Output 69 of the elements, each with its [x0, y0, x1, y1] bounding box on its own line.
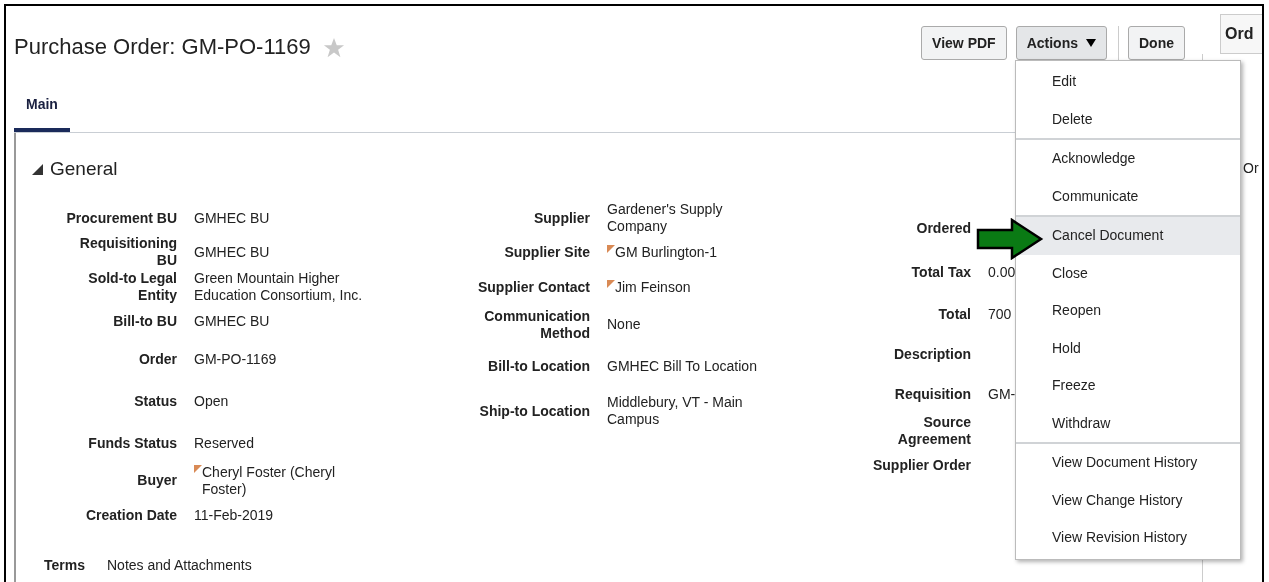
caret-icon — [1086, 39, 1096, 47]
menu-button[interactable]: Actions — [1015, 26, 1107, 60]
field-value: Gardener's Supply Company — [607, 201, 724, 235]
field-label: Supplier Site — [503, 244, 590, 261]
field-value: GM- — [988, 385, 1016, 403]
field-value: Green Mountain Higher Education Consortium, Inc. — [194, 269, 364, 304]
menu-item[interactable]: Reopen — [1016, 292, 1240, 330]
field-label: Communication Method — [483, 307, 590, 342]
menu-item[interactable]: Edit — [1016, 63, 1240, 101]
field-label: Requisition — [893, 385, 971, 403]
field-label: Total — [937, 306, 971, 323]
collapse-triangle-icon — [32, 163, 43, 175]
menu-item[interactable]: Acknowledge — [1016, 140, 1240, 178]
field-label: Total Tax — [910, 264, 971, 281]
menu-item[interactable]: View Revision History — [1016, 519, 1240, 557]
subtab[interactable]: Notes and Attachments — [107, 555, 252, 576]
toolbar-button[interactable]: View PDF — [921, 26, 1007, 60]
field-label: Bill-to BU — [112, 313, 177, 330]
page-title: Purchase Order: GM-PO-1169 — [14, 32, 311, 61]
field-value[interactable]: Cheryl Foster (Cheryl Foster) — [202, 463, 369, 498]
field-label: Creation Date — [84, 506, 177, 524]
field-value: 700 — [988, 306, 1012, 323]
menu-item[interactable]: Cancel Document — [1016, 217, 1240, 255]
field-label: Order — [137, 350, 177, 368]
arrow-icon — [976, 218, 1044, 260]
menu-item[interactable]: Withdraw — [1016, 404, 1240, 442]
field-label: Supplier Order — [871, 457, 971, 474]
field-value[interactable]: Jim Feinson — [615, 279, 691, 296]
field-value: 11-Feb-2019 — [194, 506, 274, 524]
field-label: Funds Status — [87, 435, 177, 452]
section-header[interactable]: General — [32, 155, 118, 184]
field-value: None — [607, 316, 641, 333]
menu-item[interactable]: View Document History — [1016, 444, 1240, 482]
field-value: GMHEC BU — [194, 243, 270, 261]
field-label: Supplier Contact — [477, 279, 590, 296]
menu-item[interactable]: Freeze — [1016, 367, 1240, 405]
link-corner-icon — [607, 280, 615, 288]
field-label: Ordered — [915, 219, 971, 237]
field-label: Description — [893, 345, 971, 363]
field-label: Procurement BU — [65, 209, 177, 227]
menu-item[interactable]: Close — [1016, 254, 1240, 292]
field-label: Bill-to Location — [487, 358, 590, 375]
field-label: Buyer — [136, 472, 177, 489]
field-value: GMHEC BU — [194, 209, 270, 227]
menu-item[interactable]: Delete — [1016, 100, 1240, 138]
field-value: Middlebury, VT - Main Campus — [607, 394, 744, 428]
favorite-star-icon[interactable] — [322, 37, 345, 59]
tab[interactable]: Main — [14, 94, 70, 132]
menu-item[interactable]: Communicate — [1016, 177, 1240, 215]
field-label: Source Agreement — [896, 414, 971, 448]
menu-item[interactable]: Hold — [1016, 329, 1240, 367]
menu-item[interactable]: View Change History — [1016, 481, 1240, 519]
field-value: GM-PO-1169 — [194, 350, 277, 368]
field-label: Requisitioning BU — [78, 235, 177, 269]
field-label: Supplier — [533, 209, 590, 227]
field-value[interactable]: GM Burlington-1 — [615, 244, 717, 261]
field-label: Status — [133, 393, 177, 410]
field-label: Ship-to Location — [478, 402, 590, 420]
field-value: GMHEC BU — [194, 313, 270, 330]
field-value: GMHEC Bill To Location — [607, 358, 757, 375]
panel-text: Or — [1243, 159, 1259, 178]
field-value: 0.00 — [988, 264, 1016, 281]
link-corner-icon — [607, 245, 615, 253]
link-corner-icon — [194, 464, 202, 473]
field-value: Reserved — [194, 435, 254, 452]
subtab[interactable]: Terms — [44, 555, 85, 576]
field-value: Open — [194, 393, 229, 410]
toolbar-button[interactable]: Done — [1128, 26, 1185, 60]
field-label: Sold-to Legal Entity — [87, 269, 177, 304]
